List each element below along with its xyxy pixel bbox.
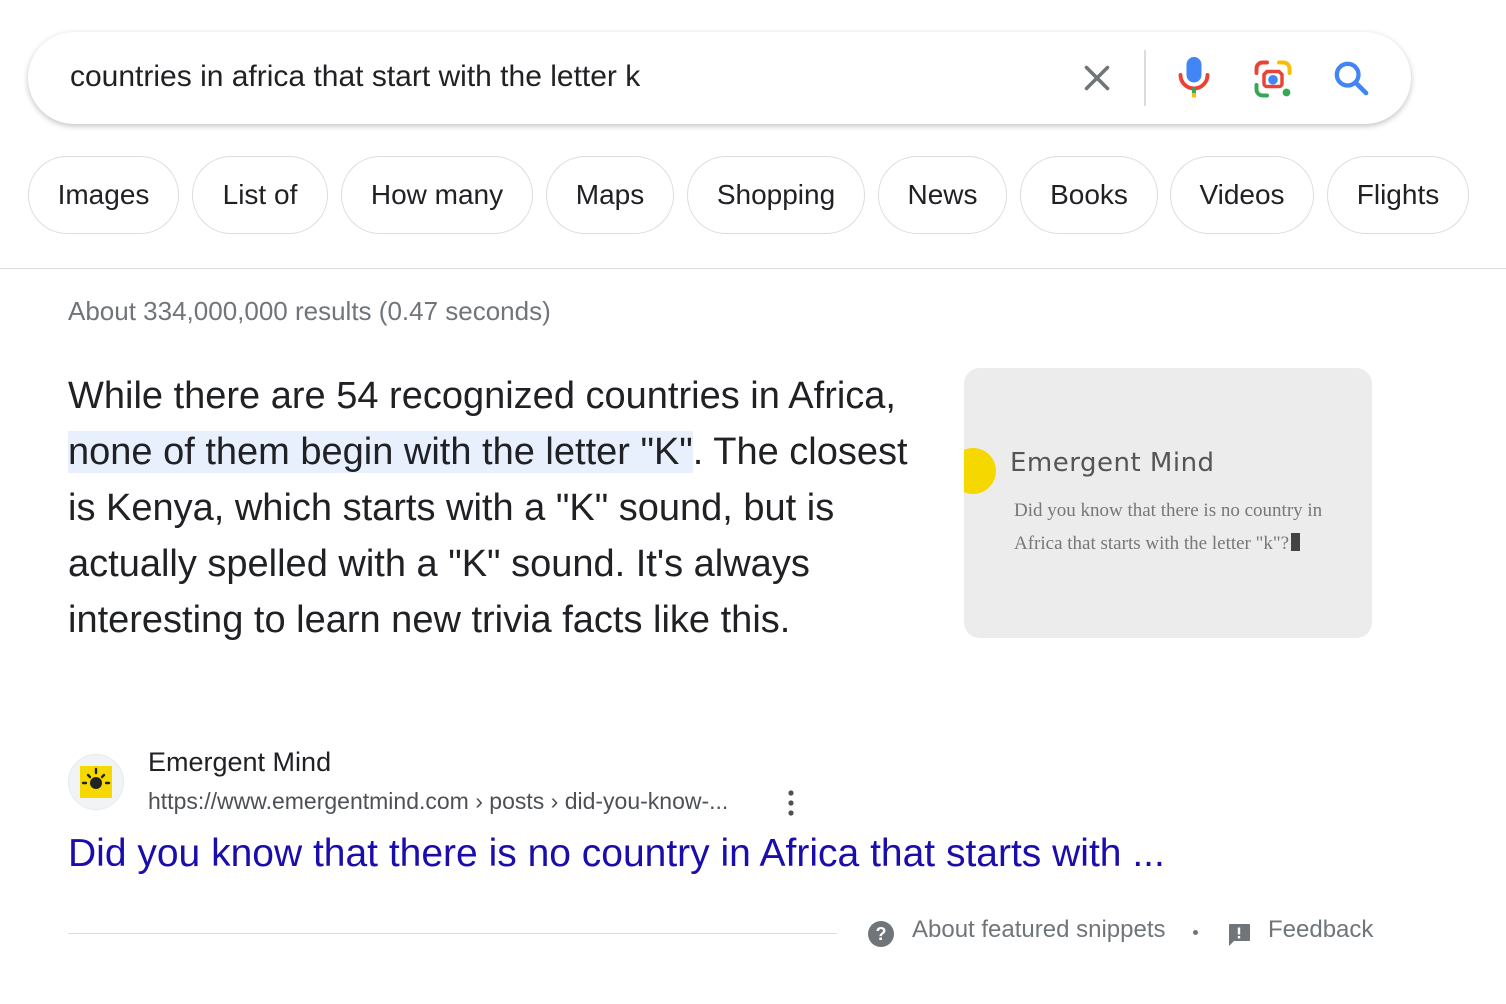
chip-images[interactable]: Images [28, 156, 179, 234]
feedback-icon[interactable] [1226, 922, 1252, 948]
snippet-thumbnail[interactable]: Emergent Mind Did you know that there is… [964, 368, 1372, 638]
search-icon[interactable] [1331, 58, 1371, 98]
chip-books[interactable]: Books [1020, 156, 1158, 234]
more-vert-icon[interactable] [784, 788, 798, 818]
chip-videos[interactable]: Videos [1170, 156, 1314, 234]
thumbnail-text: Did you know that there is no country in… [1014, 494, 1372, 560]
featured-snippet-text: While there are 54 recognized countries … [68, 368, 908, 648]
chip-news[interactable]: News [878, 156, 1007, 234]
sun-icon [80, 766, 112, 798]
svg-text:?: ? [876, 924, 887, 944]
chip-maps[interactable]: Maps [546, 156, 674, 234]
chip-list-of[interactable]: List of [192, 156, 328, 234]
snippet-highlight: none of them begin with the letter "K" [68, 431, 693, 473]
feedback-link[interactable]: Feedback [1268, 916, 1373, 944]
results-stats: About 334,000,000 results (0.47 seconds) [68, 296, 551, 326]
separator-dot [1193, 930, 1198, 935]
close-icon[interactable] [1079, 60, 1115, 96]
lightbulb-icon [964, 448, 996, 494]
camera-lens-icon[interactable] [1252, 58, 1294, 100]
chip-flights[interactable]: Flights [1327, 156, 1469, 234]
site-favicon[interactable] [68, 754, 124, 810]
result-title-link[interactable]: Did you know that there is no country in… [68, 832, 1165, 876]
search-input[interactable]: countries in africa that start with the … [70, 60, 640, 94]
source-site-name[interactable]: Emergent Mind [148, 747, 331, 778]
snippet-text-start: While there are 54 recognized countries … [68, 375, 896, 417]
thumbnail-title: Emergent Mind [1010, 448, 1215, 478]
help-icon[interactable]: ? [867, 920, 895, 948]
cursor-mark [1291, 533, 1301, 551]
header-divider [0, 268, 1506, 269]
source-url[interactable]: https://www.emergentmind.com › posts › d… [148, 788, 728, 815]
thumbnail-text-line: Did you know that there is no country in [1014, 500, 1323, 521]
divider [1144, 50, 1146, 106]
snippet-divider [68, 933, 837, 934]
about-featured-snippets-link[interactable]: About featured snippets [912, 916, 1166, 944]
search-bar[interactable]: countries in africa that start with the … [28, 32, 1411, 124]
microphone-icon[interactable] [1176, 54, 1212, 102]
thumbnail-text-line: Africa that starts with the letter "k"? [1014, 533, 1290, 554]
chip-how-many[interactable]: How many [341, 156, 533, 234]
chip-shopping[interactable]: Shopping [687, 156, 865, 234]
